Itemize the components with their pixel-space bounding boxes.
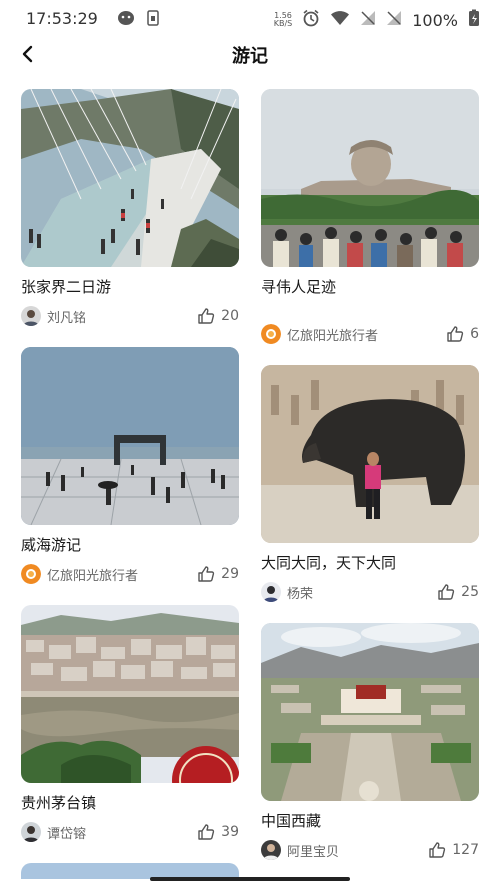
like-button[interactable]: 6	[446, 325, 479, 343]
thumbs-up-icon	[198, 308, 215, 324]
post-image-river-town[interactable]	[21, 605, 239, 783]
notification-icon	[117, 10, 135, 30]
author-name: 杨荣	[287, 586, 314, 602]
post-meta: 杨荣 25	[261, 581, 479, 603]
alarm-icon	[302, 9, 320, 31]
post-card[interactable]: 寻伟人足迹 亿旅阳光旅行者 6	[261, 89, 479, 345]
post-author[interactable]: 谭岱镕	[21, 822, 86, 842]
status-bar: 17:53:29 1.56 KB/S 100%	[0, 0, 500, 38]
author-name: 谭岱镕	[47, 826, 87, 842]
post-author[interactable]: 亿旅阳光旅行者	[21, 564, 138, 584]
person-avatar	[261, 840, 281, 860]
header: 游记	[0, 36, 500, 72]
like-count: 25	[461, 584, 479, 600]
post-image-seaside-plaza[interactable]	[21, 347, 239, 525]
post-title[interactable]: 寻伟人足迹	[261, 277, 479, 297]
feed-column-left: 张家界二日游 刘凡铭 20 威海游记 亿旅阳光旅行者 29 贵州茅台镇 谭岱镕 …	[21, 89, 239, 879]
like-count: 39	[221, 824, 239, 840]
author-name: 亿旅阳光旅行者	[47, 568, 139, 584]
post-image-potala-palace[interactable]	[261, 623, 479, 801]
author-name: 阿里宝贝	[287, 844, 340, 860]
post-meta: 亿旅阳光旅行者 29	[21, 563, 239, 585]
post-author[interactable]: 刘凡铭	[21, 306, 86, 326]
post-title[interactable]: 贵州茅台镇	[21, 793, 239, 813]
like-button[interactable]: 20	[197, 307, 239, 325]
travelogue-feed[interactable]: 张家界二日游 刘凡铭 20 威海游记 亿旅阳光旅行者 29 贵州茅台镇 谭岱镕 …	[21, 89, 480, 879]
post-author[interactable]: 杨荣	[261, 582, 313, 602]
post-meta: 亿旅阳光旅行者 6	[261, 323, 479, 345]
post-title[interactable]: 大同大同，天下大同	[261, 553, 479, 573]
status-time: 17:53:29	[26, 9, 98, 28]
post-image-bronze-ox[interactable]	[261, 365, 479, 543]
like-count: 20	[221, 308, 239, 324]
thumbs-up-icon	[438, 584, 455, 600]
like-button[interactable]: 39	[197, 823, 239, 841]
post-card[interactable]: 张家界二日游 刘凡铭 20	[21, 89, 239, 327]
person-avatar	[261, 582, 281, 602]
feed-column-right: 寻伟人足迹 亿旅阳光旅行者 6 大同大同，天下大同 杨荣 25 中国西藏 阿里宝…	[261, 89, 479, 879]
thumbs-up-icon	[198, 566, 215, 582]
post-card[interactable]: 大同大同，天下大同 杨荣 25	[261, 365, 479, 603]
like-button[interactable]: 25	[437, 583, 479, 601]
thumbs-up-icon	[198, 824, 215, 840]
post-card[interactable]: 中国西藏 阿里宝贝 127	[261, 623, 479, 861]
post-title[interactable]: 中国西藏	[261, 811, 479, 831]
thumbs-up-icon	[447, 326, 464, 342]
thumbs-up-icon	[429, 842, 446, 858]
post-meta: 谭岱镕 39	[21, 821, 239, 843]
post-title[interactable]: 张家界二日游	[21, 277, 239, 297]
person-avatar	[21, 306, 41, 326]
post-author[interactable]: 亿旅阳光旅行者	[261, 324, 378, 344]
post-author[interactable]: 阿里宝贝	[261, 840, 339, 860]
network-speed: 1.56 KB/S	[273, 11, 293, 28]
post-card[interactable]: 贵州茅台镇 谭岱镕 39	[21, 605, 239, 843]
like-count: 6	[470, 326, 479, 342]
signal-off-icon	[360, 10, 376, 30]
sim-card-icon	[147, 10, 159, 30]
battery-percent: 100%	[412, 10, 458, 30]
battery-charging-icon	[468, 9, 480, 31]
signal-off-icon-2	[386, 10, 402, 30]
like-count: 127	[452, 842, 479, 858]
post-image-glass-bridge[interactable]	[21, 89, 239, 267]
post-meta: 刘凡铭 20	[21, 305, 239, 327]
author-name: 亿旅阳光旅行者	[287, 328, 379, 344]
post-card[interactable]: 威海游记 亿旅阳光旅行者 29	[21, 347, 239, 585]
sun-logo-avatar	[21, 564, 41, 584]
like-button[interactable]: 29	[197, 565, 239, 583]
like-button[interactable]: 127	[428, 841, 479, 859]
person-avatar	[21, 822, 41, 842]
home-indicator[interactable]	[150, 877, 350, 881]
post-image-statue-monument[interactable]	[261, 89, 479, 267]
post-meta: 阿里宝贝 127	[261, 839, 479, 861]
post-title[interactable]: 威海游记	[21, 535, 239, 555]
sun-logo-avatar	[261, 324, 281, 344]
author-name: 刘凡铭	[47, 310, 87, 326]
like-count: 29	[221, 566, 239, 582]
page-title: 游记	[232, 46, 268, 67]
wifi-icon	[330, 10, 350, 30]
